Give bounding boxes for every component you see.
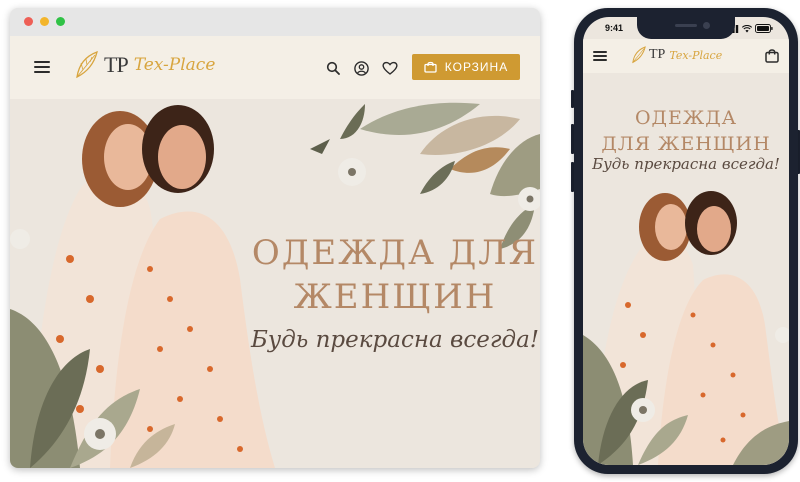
brand-name: Tex-Place	[669, 48, 723, 62]
phone-notch	[637, 17, 735, 39]
user-icon[interactable]	[354, 61, 369, 76]
hero-title-line-1: ОДЕЖДА ДЛЯ	[251, 233, 539, 273]
brand-logo[interactable]: TP Tex-Place	[74, 50, 215, 80]
hero-title: ОДЕЖДА ДЛЯ ЖЕНЩИН	[250, 231, 540, 319]
search-icon[interactable]	[326, 61, 340, 75]
shopping-bag-icon	[424, 61, 437, 73]
hero-subtitle: Будь прекрасна всегда!	[250, 327, 540, 353]
mobile-phone-mockup: 9:41 TP Tex-Place ОДЕЖДА ДЛЯ ЖЕНЩИН Будь…	[574, 8, 798, 474]
mobile-site-header: TP Tex-Place	[583, 39, 789, 73]
hero-banner: ОДЕЖДА ДЛЯ ЖЕНЩИН Будь прекрасна всегда!	[10, 99, 540, 468]
close-window-dot[interactable]	[24, 17, 33, 26]
mobile-hero-title-line-2: ДЛЯ ЖЕНЩИН	[601, 133, 771, 155]
leaf-logo-icon	[76, 50, 98, 79]
minimize-window-dot[interactable]	[40, 17, 49, 26]
battery-icon	[755, 24, 773, 33]
leaf-logo-icon	[632, 46, 646, 64]
site-header: TP Tex-Place КОРЗИНА	[10, 36, 540, 99]
browser-title-bar	[10, 8, 540, 36]
shopping-bag-icon[interactable]	[765, 48, 779, 63]
hero-title-line-2: ЖЕНЩИН	[293, 277, 497, 317]
cart-button[interactable]: КОРЗИНА	[412, 54, 520, 80]
heart-icon[interactable]	[382, 61, 398, 75]
wifi-icon	[742, 25, 752, 33]
menu-icon[interactable]	[593, 51, 607, 61]
mobile-hero-title: ОДЕЖДА ДЛЯ ЖЕНЩИН	[583, 105, 789, 157]
mobile-hero-photo-artwork	[583, 191, 789, 465]
cart-button-label: КОРЗИНА	[444, 60, 509, 74]
status-bar-time: 9:41	[605, 23, 624, 33]
mobile-brand-logo[interactable]: TP Tex-Place	[631, 45, 722, 65]
brand-name: Tex-Place	[133, 55, 216, 75]
mobile-hero-subtitle: Будь прекрасна всегда!	[592, 155, 780, 173]
botanical-leaves-top-right	[310, 102, 540, 249]
phone-screen: 9:41 TP Tex-Place ОДЕЖДА ДЛЯ ЖЕНЩИН Будь…	[583, 17, 789, 465]
brand-monogram: TP	[649, 47, 666, 62]
maximize-window-dot[interactable]	[56, 17, 65, 26]
brand-monogram: TP	[104, 52, 129, 77]
mobile-hero-title-line-1: ОДЕЖДА	[634, 107, 738, 129]
menu-icon[interactable]	[34, 61, 50, 73]
desktop-browser-mockup: TP Tex-Place КОРЗИНА ОДЕЖДА ДЛЯ ЖЕНЩИН Б…	[10, 8, 540, 468]
